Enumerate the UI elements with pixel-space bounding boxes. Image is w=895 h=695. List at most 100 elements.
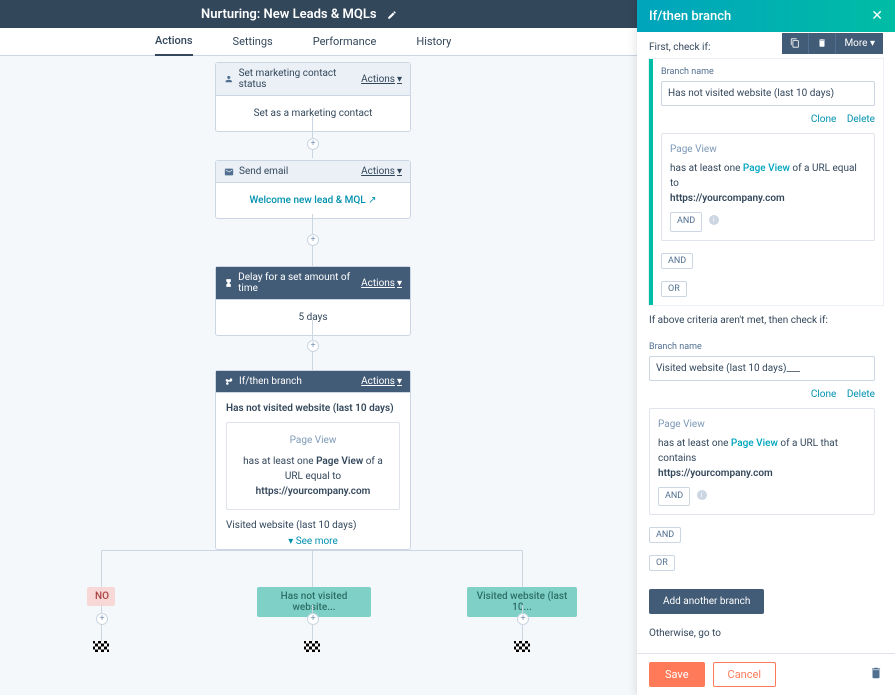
- cancel-button[interactable]: Cancel: [713, 662, 776, 687]
- branch-name-input[interactable]: [649, 356, 875, 381]
- node-delay[interactable]: Delay for a set amount of time Actions ▾…: [215, 266, 411, 336]
- info-icon[interactable]: i: [709, 215, 719, 225]
- branch-condition-title: Has not visited website (last 10 days): [226, 403, 400, 414]
- branch-name-label: Branch name: [661, 67, 875, 77]
- filter-card[interactable]: Page View has at least one Page View of …: [649, 408, 875, 516]
- branch-label-no[interactable]: NO: [87, 587, 115, 606]
- person-icon: [224, 74, 234, 84]
- criteria-heading: Page View: [237, 433, 389, 448]
- clone-link[interactable]: Clone: [811, 389, 836, 400]
- and-pill[interactable]: AND: [670, 212, 702, 232]
- node-label: If/then branch: [224, 376, 302, 387]
- branch-icon: [224, 377, 234, 387]
- delete-button[interactable]: [809, 33, 836, 54]
- otherwise-block: Branch name: [649, 645, 883, 653]
- node-label: Delay for a set amount of time: [224, 272, 361, 294]
- delete-link[interactable]: Delete: [847, 389, 875, 400]
- actions-dropdown[interactable]: Actions ▾: [361, 278, 402, 289]
- panel-body: First, check if: More ▾ Branch name Clon…: [637, 32, 895, 653]
- add-action-button[interactable]: +: [307, 138, 319, 150]
- info-icon[interactable]: i: [697, 490, 707, 500]
- add-action-button[interactable]: +: [307, 613, 319, 625]
- email-link[interactable]: Welcome new lead & MQL ↗: [249, 195, 376, 206]
- chevron-down-icon: ▾: [397, 278, 402, 289]
- criteria-box: Page View has at least one Page View of …: [226, 422, 400, 510]
- copy-icon: [790, 38, 800, 48]
- copy-button[interactable]: [782, 33, 809, 54]
- connector: [312, 550, 313, 587]
- panel-title: If/then branch: [649, 9, 731, 24]
- hourglass-icon: [224, 278, 233, 288]
- branch-block-1: Branch name Clone Delete Page View has a…: [649, 59, 883, 305]
- close-icon[interactable]: ✕: [871, 8, 883, 24]
- node-if-then-branch[interactable]: If/then branch Actions ▾ Has not visited…: [215, 370, 411, 550]
- node-header: Delay for a set amount of time Actions ▾: [216, 267, 410, 300]
- mid-check-label: If above criteria aren't met, then check…: [649, 315, 883, 326]
- node-body: 5 days: [216, 300, 410, 335]
- clone-link[interactable]: Clone: [811, 114, 836, 125]
- tab-history[interactable]: History: [416, 28, 451, 55]
- branch-condition-title-2: Visited website (last 10 days): [226, 520, 400, 531]
- add-action-button[interactable]: +: [517, 613, 529, 625]
- otherwise-label: Otherwise, go to: [649, 628, 883, 639]
- workflow-title: Nurturing: New Leads & MQLs: [201, 7, 377, 22]
- envelope-icon: [224, 167, 234, 177]
- panel-footer: Save Cancel: [637, 653, 895, 695]
- page-view-link[interactable]: Page View: [731, 438, 778, 449]
- chevron-down-icon: ▾: [397, 166, 402, 177]
- connector: [101, 550, 102, 587]
- actions-dropdown[interactable]: Actions ▾: [361, 74, 402, 85]
- node-label: Send email: [224, 166, 288, 177]
- node-contact-status[interactable]: Set marketing contact status Actions ▾ S…: [215, 62, 411, 132]
- node-body: Set as a marketing contact: [216, 96, 410, 131]
- branch-links: Clone Delete: [649, 389, 875, 400]
- add-action-button[interactable]: +: [307, 340, 319, 352]
- node-body: Welcome new lead & MQL ↗: [216, 183, 410, 218]
- save-button[interactable]: Save: [649, 662, 705, 687]
- or-pill[interactable]: OR: [649, 555, 675, 571]
- filter-card[interactable]: Page View has at least one Page View of …: [661, 133, 875, 241]
- add-branch-button[interactable]: Add another branch: [649, 589, 764, 614]
- tab-performance[interactable]: Performance: [313, 28, 377, 55]
- node-header: Send email Actions ▾: [216, 161, 410, 183]
- page-view-link[interactable]: Page View: [743, 163, 790, 174]
- delete-link[interactable]: Delete: [847, 114, 875, 125]
- see-more-link[interactable]: ▾ See more: [226, 531, 400, 552]
- actions-dropdown[interactable]: Actions ▾: [361, 376, 402, 387]
- and-pill[interactable]: AND: [658, 487, 690, 507]
- more-button[interactable]: More ▾: [836, 33, 883, 54]
- filter-heading: Page View: [670, 142, 866, 157]
- branch-block-2: Branch name Clone Delete Page View has a…: [649, 334, 883, 580]
- add-action-button[interactable]: +: [96, 613, 108, 625]
- tab-settings[interactable]: Settings: [233, 28, 273, 55]
- goal-icon: [93, 641, 109, 652]
- or-pill[interactable]: OR: [661, 281, 687, 297]
- filter-heading: Page View: [658, 417, 866, 432]
- goal-icon: [514, 641, 530, 652]
- branch-name-input[interactable]: [661, 81, 875, 106]
- add-action-button[interactable]: +: [307, 234, 319, 246]
- chevron-down-icon: ▾: [397, 376, 402, 387]
- and-pill[interactable]: AND: [661, 253, 693, 269]
- chevron-down-icon: ▾: [397, 74, 402, 85]
- workflow-canvas: Set marketing contact status Actions ▾ S…: [0, 56, 637, 695]
- branch-body: Has not visited website (last 10 days) P…: [216, 393, 410, 562]
- goal-icon: [304, 641, 320, 652]
- branch-links: Clone Delete: [661, 114, 875, 125]
- node-header: Set marketing contact status Actions ▾: [216, 63, 410, 96]
- node-send-email[interactable]: Send email Actions ▾ Welcome new lead & …: [215, 160, 411, 219]
- panel-header: If/then branch ✕: [637, 0, 895, 32]
- trash-icon[interactable]: [869, 665, 883, 684]
- node-label: Set marketing contact status: [224, 68, 361, 90]
- connector: [522, 550, 523, 587]
- trash-icon: [817, 38, 827, 48]
- connector: [312, 116, 313, 158]
- node-header: If/then branch Actions ▾: [216, 371, 410, 393]
- side-panel: If/then branch ✕ First, check if: More ▾…: [637, 0, 895, 695]
- tab-actions[interactable]: Actions: [155, 27, 193, 56]
- branch-name-label: Branch name: [649, 342, 875, 352]
- and-pill[interactable]: AND: [649, 527, 681, 543]
- panel-toolbar: More ▾: [782, 33, 883, 54]
- edit-icon[interactable]: [387, 5, 397, 24]
- actions-dropdown[interactable]: Actions ▾: [361, 166, 402, 177]
